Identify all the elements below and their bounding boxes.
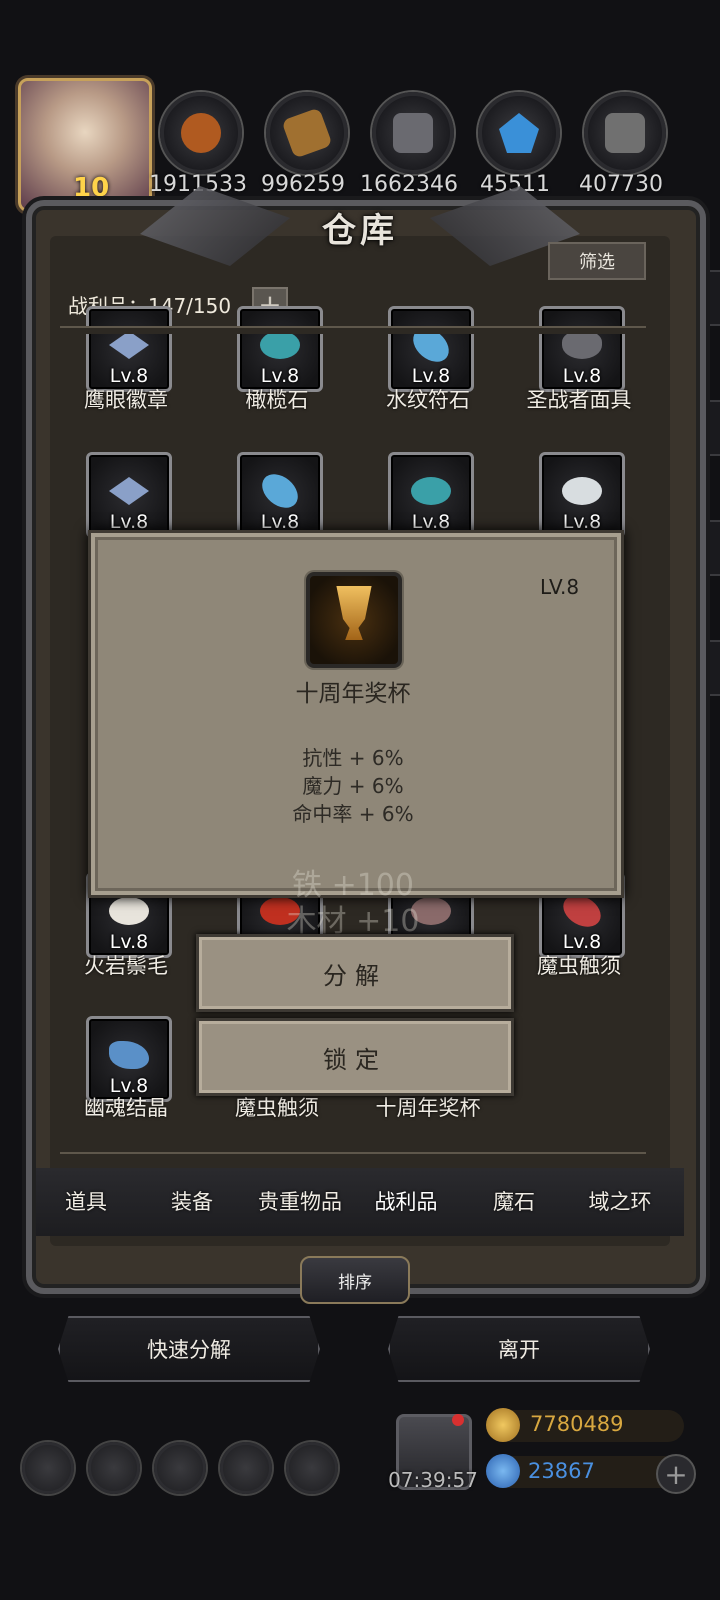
olivine-icon	[411, 477, 451, 505]
tab-items[interactable]: 道具	[36, 1186, 136, 1216]
tab-domain-ring[interactable]: 域之环	[570, 1186, 670, 1216]
gift-timer: 07:39:57	[388, 1468, 478, 1492]
leave-button[interactable]: 离开	[388, 1316, 650, 1382]
avatar-level: 10	[73, 173, 110, 203]
gem-amount: 23867	[528, 1459, 595, 1483]
resource-iron[interactable]	[372, 92, 454, 174]
item-name: 十周年奖杯	[375, 1096, 481, 1120]
rune-icon	[255, 467, 305, 515]
item-slot[interactable]: Lv.8	[539, 306, 625, 392]
item-slot[interactable]: Lv.8	[86, 1016, 172, 1102]
crystal-icon	[499, 113, 539, 153]
item-name: 橄榄石	[245, 388, 309, 412]
meat-icon	[181, 113, 221, 153]
popup-stat: 抗性 + 6%	[302, 746, 404, 770]
quick-decompose-button[interactable]: 快速分解	[58, 1316, 320, 1382]
trophy-icon	[306, 572, 402, 668]
star-icon[interactable]	[88, 1442, 140, 1494]
popup-stat: 魔力 + 6%	[302, 774, 404, 798]
tab-loot[interactable]: 战利品	[356, 1186, 456, 1216]
lock-button[interactable]: 锁定	[196, 1018, 514, 1096]
resource-meat[interactable]	[160, 92, 242, 174]
wood-icon	[281, 107, 333, 159]
item-slot[interactable]: Lv.8	[388, 306, 474, 392]
gem-icon	[486, 1454, 520, 1488]
gear-icon[interactable]	[22, 1442, 74, 1494]
gold-coin-icon	[486, 1408, 520, 1442]
resource-wood[interactable]	[266, 92, 348, 174]
item-slot[interactable]: Lv.8	[237, 306, 323, 392]
add-currency-button[interactable]: +	[656, 1454, 696, 1494]
popup-stat: 命中率 + 6%	[292, 802, 414, 826]
resource-iron-value: 1662346	[360, 172, 458, 197]
item-name: 魔虫触须	[537, 954, 621, 978]
item-name: 幽魂结晶	[84, 1096, 168, 1120]
item-name: 圣战者面具	[526, 388, 632, 412]
badge-icon	[109, 477, 149, 505]
resource-stone-value: 407730	[579, 172, 663, 197]
cup-shape	[336, 586, 372, 640]
divider	[60, 1152, 646, 1154]
filter-button[interactable]: 筛选	[548, 242, 646, 280]
resource-wood-value: 996259	[261, 172, 345, 197]
divider	[60, 326, 646, 328]
stone-icon	[605, 113, 645, 153]
tab-equipment[interactable]: 装备	[142, 1186, 242, 1216]
sort-button[interactable]: 排序	[300, 1256, 410, 1304]
item-slot[interactable]: Lv.8	[237, 452, 323, 538]
item-name: 魔虫触须	[235, 1096, 319, 1120]
gold-amount: 7780489	[530, 1412, 624, 1436]
item-slot[interactable]: Lv.8	[539, 452, 625, 538]
tab-magic-stone[interactable]: 魔石	[464, 1186, 564, 1216]
tab-valuables[interactable]: 贵重物品	[250, 1186, 350, 1216]
popup-level: LV.8	[540, 575, 580, 599]
item-name: 水纹符石	[386, 388, 470, 412]
item-slot[interactable]: Lv.8	[86, 452, 172, 538]
ghost-crystal-icon	[109, 1041, 149, 1069]
mail-icon[interactable]	[220, 1442, 272, 1494]
item-name: 鹰眼徽章	[84, 388, 168, 412]
mask-icon	[562, 331, 602, 359]
resource-crystal[interactable]	[478, 92, 560, 174]
iron-icon	[393, 113, 433, 153]
olivine-icon	[260, 331, 300, 359]
resource-stone[interactable]	[584, 92, 666, 174]
item-slot[interactable]: Lv.8	[86, 306, 172, 392]
player-avatar[interactable]: 10	[18, 78, 152, 212]
badge-icon	[109, 331, 149, 359]
item-name: 火岩鬃毛	[84, 954, 168, 978]
popup-item-name: 十周年奖杯	[295, 681, 411, 707]
notification-dot	[452, 1414, 464, 1426]
item-slot[interactable]: Lv.8	[388, 452, 474, 538]
decompose-button[interactable]: 分解	[196, 934, 514, 1012]
chat-icon[interactable]	[286, 1442, 338, 1494]
white-stone-icon	[562, 477, 602, 505]
castle-icon[interactable]	[154, 1442, 206, 1494]
